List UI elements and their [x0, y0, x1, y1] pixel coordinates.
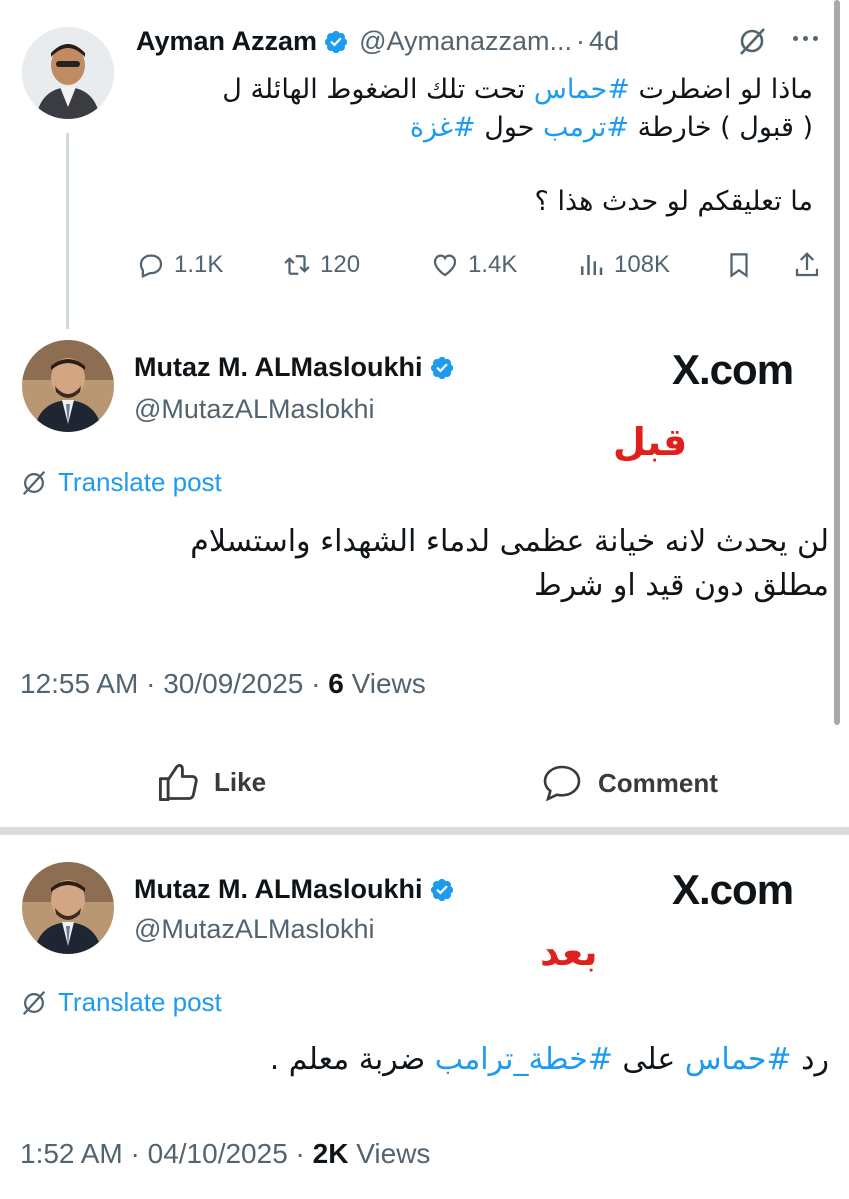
post-time[interactable]: 1:52 AM	[20, 1138, 123, 1169]
time-ago[interactable]: 4d	[589, 26, 619, 57]
share-icon[interactable]	[792, 250, 822, 285]
dot-separator: ·	[576, 26, 586, 56]
post-date[interactable]: 04/10/2025	[148, 1138, 288, 1169]
before-post-meta: 12:55 AM · 30/09/2025 · 6 Views	[20, 668, 426, 700]
repost-count: 120	[320, 251, 361, 278]
text-line: مطلق دون قيد او شرط	[533, 568, 829, 603]
scrollbar-thumb[interactable]	[834, 0, 840, 725]
like-heart-icon	[433, 254, 457, 277]
text-line: ما تعليقكم لو حدث هذا ؟	[534, 186, 813, 217]
overlay-label-after: بعد	[540, 930, 598, 974]
views-label: Views	[351, 668, 426, 699]
translate-globe-icon	[22, 470, 46, 495]
author-name[interactable]: Mutaz M. ALMasloukhi	[134, 874, 423, 905]
post-time[interactable]: 12:55 AM	[20, 668, 138, 699]
views-count: 6	[328, 668, 344, 699]
translate-label: Translate post	[58, 467, 222, 497]
after-post-author: Mutaz M. ALMasloukhi	[134, 874, 455, 905]
hashtag-link[interactable]: #حماس	[685, 1042, 792, 1077]
comment-bubble-icon	[543, 765, 581, 802]
views-count: 2K	[312, 1138, 349, 1169]
repost-icon	[284, 255, 310, 275]
author-handle[interactable]: @MutazALMaslokhi	[134, 394, 375, 425]
avatar[interactable]	[22, 27, 114, 119]
views-count: 108K	[614, 251, 671, 278]
views-label: Views	[356, 1138, 431, 1169]
bookmark-icon[interactable]	[724, 250, 754, 285]
overlay-label-before: قبل	[613, 420, 688, 464]
more-icon[interactable]	[793, 36, 818, 41]
dot-separator: ·	[130, 1138, 148, 1169]
like-action-button[interactable]: Like	[156, 760, 266, 804]
author-name[interactable]: Ayman Azzam	[136, 26, 317, 57]
dot-separator: ·	[295, 1138, 313, 1169]
thread-line	[66, 133, 69, 329]
reply-button[interactable]: 1.1K	[136, 250, 223, 280]
translate-globe-icon	[22, 990, 46, 1015]
reply-icon	[139, 254, 163, 278]
author-name[interactable]: Mutaz M. ALMasloukhi	[134, 352, 423, 383]
translate-post-link[interactable]: Translate post	[20, 467, 222, 498]
text-line: لن يحدث لانه خيانة عظمى لدماء الشهداء وا…	[190, 524, 829, 559]
author-handle[interactable]: @MutazALMaslokhi	[134, 914, 375, 945]
thumbs-up-icon	[158, 764, 198, 802]
like-label: Like	[214, 766, 267, 797]
quoted-post-text: ماذا لو اضطرت #حماس تحت تلك الضغوط الهائ…	[113, 72, 813, 220]
verified-badge-icon	[429, 877, 455, 903]
reply-count: 1.1K	[174, 251, 224, 278]
avatar[interactable]	[22, 862, 114, 954]
translate-label: Translate post	[58, 987, 222, 1017]
like-count: 1.4K	[468, 251, 518, 278]
site-watermark: X.com	[672, 866, 794, 913]
comment-label: Comment	[598, 767, 718, 798]
grok-icon[interactable]	[737, 26, 767, 61]
views-button[interactable]: 108K	[576, 250, 670, 280]
hashtag-link[interactable]: #ترمب	[543, 112, 629, 143]
text-line: ( قبول ) خارطة #ترمب حول #غزة	[409, 112, 813, 143]
after-post-meta: 1:52 AM · 04/10/2025 · 2K Views	[20, 1138, 430, 1170]
comment-action-button[interactable]: Comment	[540, 763, 718, 803]
translate-post-link[interactable]: Translate post	[20, 987, 222, 1018]
post-date[interactable]: 30/09/2025	[163, 668, 303, 699]
hashtag-link[interactable]: #خطة_ترامب	[435, 1042, 613, 1077]
site-watermark: X.com	[672, 346, 794, 393]
text-line: ماذا لو اضطرت #حماس تحت تلك الضغوط الهائ…	[222, 74, 813, 105]
author-handle[interactable]: @Aymanazzam...	[359, 26, 572, 57]
verified-badge-icon	[323, 29, 349, 55]
after-post-text: رد #حماس على #خطة_ترامب ضربة معلم .	[269, 1042, 829, 1077]
views-icon	[581, 255, 603, 275]
divider	[0, 827, 849, 835]
repost-button[interactable]: 120	[282, 250, 360, 280]
avatar[interactable]	[22, 340, 114, 432]
dot-separator: ·	[146, 668, 164, 699]
dot-separator: ·	[311, 668, 329, 699]
before-post-text: لن يحدث لانه خيانة عظمى لدماء الشهداء وا…	[69, 520, 829, 608]
before-post-author: Mutaz M. ALMasloukhi	[134, 352, 455, 383]
hashtag-link[interactable]: #حماس	[534, 74, 630, 105]
hashtag-link[interactable]: #غزة	[410, 112, 476, 143]
like-button[interactable]: 1.4K	[430, 250, 517, 280]
verified-badge-icon	[429, 355, 455, 381]
quoted-post-header: Ayman Azzam @Aymanazzam... · 4d	[136, 26, 619, 57]
